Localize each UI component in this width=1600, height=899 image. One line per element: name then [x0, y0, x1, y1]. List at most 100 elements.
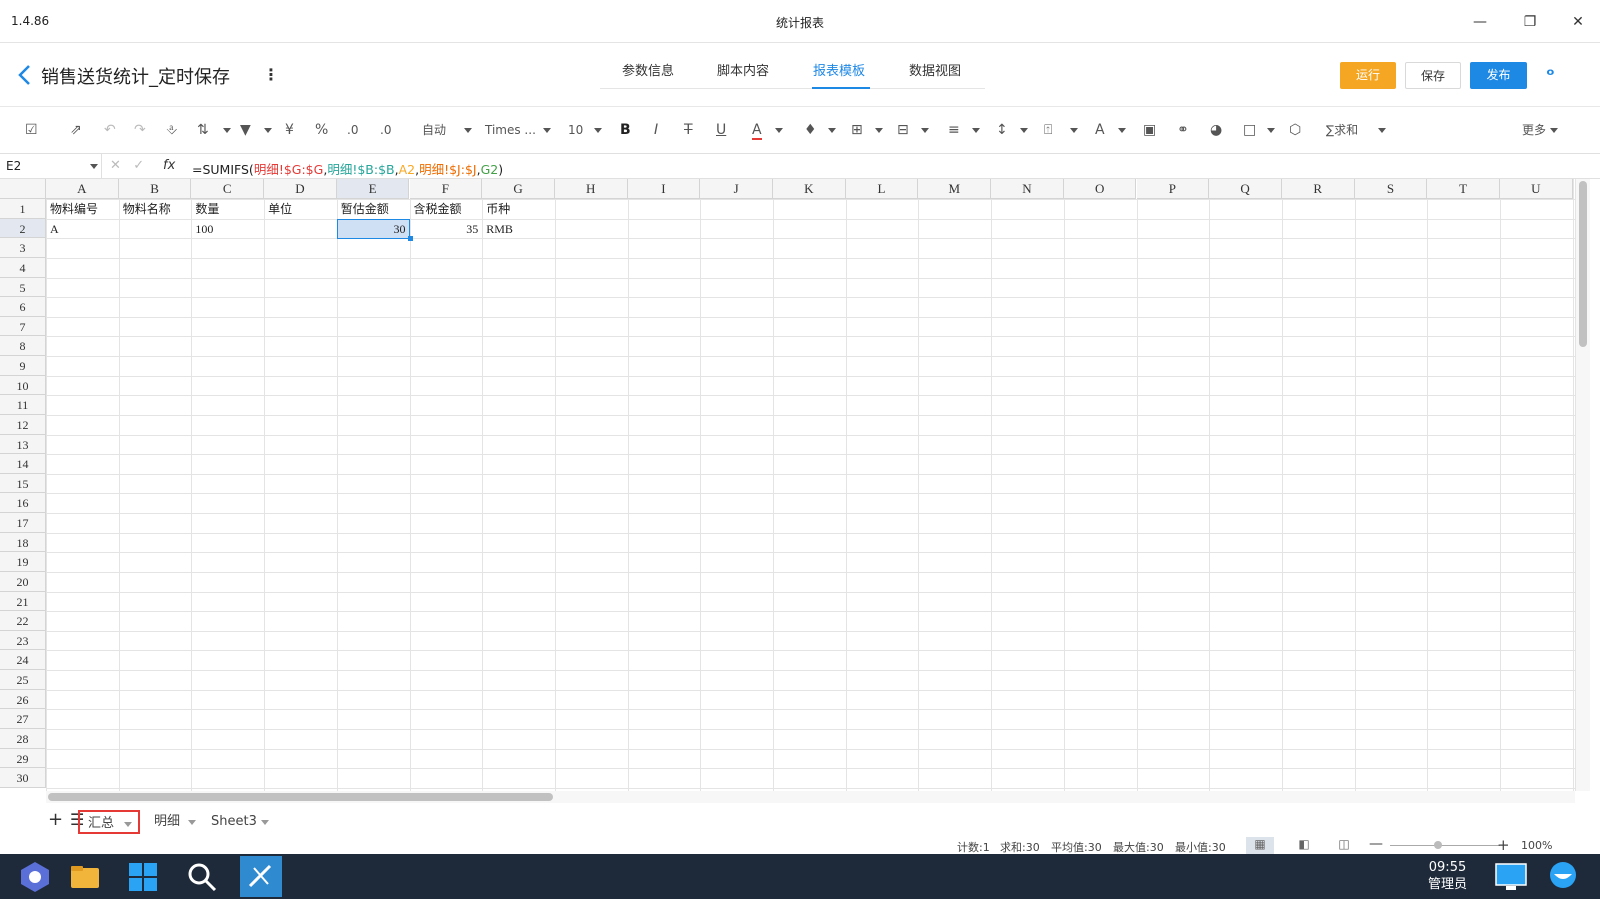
publish-button[interactable]: 发布: [1470, 62, 1527, 89]
sheet-tab-detail[interactable]: 明细: [146, 810, 202, 834]
column-header[interactable]: D: [264, 179, 337, 199]
column-header[interactable]: B: [118, 179, 192, 199]
redo-icon[interactable]: ↷: [134, 122, 146, 138]
sum-button[interactable]: ∑求和: [1326, 122, 1358, 138]
row-header[interactable]: 30: [0, 768, 46, 788]
column-header[interactable]: I: [627, 179, 701, 199]
row-header[interactable]: 18: [0, 532, 46, 553]
font-color-dropdown-icon[interactable]: [775, 128, 783, 133]
row-header[interactable]: 29: [0, 748, 46, 769]
fx-icon[interactable]: fx: [163, 158, 175, 173]
row-header[interactable]: 28: [0, 729, 46, 749]
row-header[interactable]: 25: [0, 670, 46, 690]
row-header[interactable]: 9: [0, 356, 46, 376]
zoom-slider-knob[interactable]: [1434, 841, 1442, 849]
app-launcher-icon[interactable]: [18, 860, 52, 894]
row-header[interactable]: 10: [0, 375, 46, 396]
sheet-tab-summary[interactable]: 汇总: [78, 810, 140, 834]
column-header[interactable]: H: [554, 179, 628, 199]
export-icon[interactable]: ⇗: [70, 122, 82, 138]
sheet-tab-dropdown-icon[interactable]: [124, 822, 132, 827]
formula-input[interactable]: =SUMIFS(明细!$G:$G,明细!$B:$B,A2,明细!$J:$J,G2…: [192, 159, 503, 178]
close-icon[interactable]: ✕: [1566, 10, 1590, 34]
format-painter-icon[interactable]: ⎀: [166, 122, 177, 138]
table-cell[interactable]: 数量: [191, 199, 264, 219]
sheet-tab-dropdown-icon[interactable]: [188, 820, 196, 825]
sort-icon[interactable]: ⇅: [197, 122, 209, 138]
column-header[interactable]: F: [409, 179, 483, 199]
column-header[interactable]: R: [1281, 179, 1355, 199]
row-header[interactable]: 2: [0, 218, 46, 239]
minimize-icon[interactable]: —: [1468, 10, 1492, 34]
font-size-dropdown-icon[interactable]: [594, 128, 602, 133]
table-cell[interactable]: A: [46, 219, 119, 239]
row-header[interactable]: 12: [0, 414, 46, 435]
tab-dataview[interactable]: 数据视图: [909, 60, 961, 79]
align-dropdown-icon[interactable]: [972, 128, 980, 133]
column-header[interactable]: P: [1136, 179, 1210, 199]
chart-icon[interactable]: ◕: [1210, 122, 1222, 138]
row-header[interactable]: 17: [0, 513, 46, 533]
font-color-icon[interactable]: A: [752, 122, 762, 140]
row-header[interactable]: 23: [0, 630, 46, 651]
percent-icon[interactable]: %: [315, 122, 328, 138]
font-name-dropdown-icon[interactable]: [543, 128, 551, 133]
column-header[interactable]: S: [1354, 179, 1428, 199]
sum-dropdown-icon[interactable]: [1378, 128, 1386, 133]
align-icon[interactable]: ≡: [948, 122, 960, 138]
row-header[interactable]: 4: [0, 257, 46, 278]
undo-icon[interactable]: ↶: [104, 122, 116, 138]
row-header[interactable]: 21: [0, 591, 46, 612]
spreadsheet-grid[interactable]: A B C D E F G H I J K L M N O P Q R S T U 1 2 3 4 5 6 7 8 9 10 11 12 13 14…: [0, 179, 1575, 791]
text-rotate-dropdown-icon[interactable]: [1118, 128, 1126, 133]
cube-icon[interactable]: ⬡: [1289, 122, 1301, 138]
page-layout-view-icon[interactable]: ◫: [1330, 837, 1358, 854]
tab-script[interactable]: 脚本内容: [717, 60, 769, 79]
comment-icon[interactable]: □: [1243, 122, 1256, 138]
name-box[interactable]: E2: [0, 154, 102, 178]
number-format-select[interactable]: 自动: [422, 122, 446, 138]
chat-app-icon[interactable]: [1546, 860, 1580, 894]
text-rotate-icon[interactable]: A: [1095, 122, 1105, 138]
table-cell[interactable]: 含税金额: [410, 199, 483, 219]
row-header[interactable]: 16: [0, 493, 46, 514]
name-box-dropdown-icon[interactable]: [90, 164, 98, 169]
search-icon[interactable]: [185, 860, 219, 894]
decimal-decrease-icon[interactable]: .0: [380, 122, 391, 138]
tab-template[interactable]: 报表模板: [813, 60, 865, 79]
table-cell[interactable]: 30: [337, 219, 410, 239]
back-arrow-icon[interactable]: [16, 63, 34, 87]
sort-dropdown-icon[interactable]: [223, 128, 231, 133]
table-cell[interactable]: [264, 219, 337, 239]
table-cell[interactable]: 物料编号: [46, 199, 119, 219]
row-header[interactable]: 13: [0, 434, 46, 455]
report-app-icon[interactable]: [240, 856, 282, 897]
sheet-tab-sheet3[interactable]: Sheet3: [203, 810, 275, 834]
normal-view-icon[interactable]: ▦: [1246, 837, 1274, 854]
table-cell[interactable]: 100: [191, 219, 264, 239]
run-button[interactable]: 运行: [1340, 62, 1396, 89]
link-icon[interactable]: ⚭: [1177, 122, 1189, 138]
table-cell[interactable]: RMB: [482, 219, 555, 239]
table-cell[interactable]: 物料名称: [119, 199, 192, 219]
fill-color-icon[interactable]: ♦: [804, 122, 817, 138]
row-header[interactable]: 8: [0, 336, 46, 357]
page-break-view-icon[interactable]: ◧: [1290, 837, 1318, 854]
tab-params[interactable]: 参数信息: [622, 60, 674, 79]
table-cell[interactable]: 币种: [482, 199, 555, 219]
text-wrap-dropdown-icon[interactable]: [1070, 128, 1078, 133]
decimal-increase-icon[interactable]: .0: [347, 122, 358, 138]
comment-dropdown-icon[interactable]: [1267, 128, 1275, 133]
number-format-dropdown-icon[interactable]: [464, 128, 472, 133]
checkbox-icon[interactable]: ☑: [25, 122, 38, 138]
vertical-scroll-thumb[interactable]: [1579, 181, 1587, 347]
sheet-tab-dropdown-icon[interactable]: [261, 820, 269, 825]
zoom-in-icon[interactable]: +: [1497, 836, 1510, 854]
column-header[interactable]: N: [991, 179, 1064, 199]
row-header[interactable]: 26: [0, 689, 46, 710]
row-header[interactable]: 6: [0, 297, 46, 317]
font-size-select[interactable]: 10: [568, 122, 583, 138]
filter-dropdown-icon[interactable]: [264, 128, 272, 133]
column-header[interactable]: E: [336, 179, 410, 199]
column-header[interactable]: O: [1063, 179, 1137, 199]
